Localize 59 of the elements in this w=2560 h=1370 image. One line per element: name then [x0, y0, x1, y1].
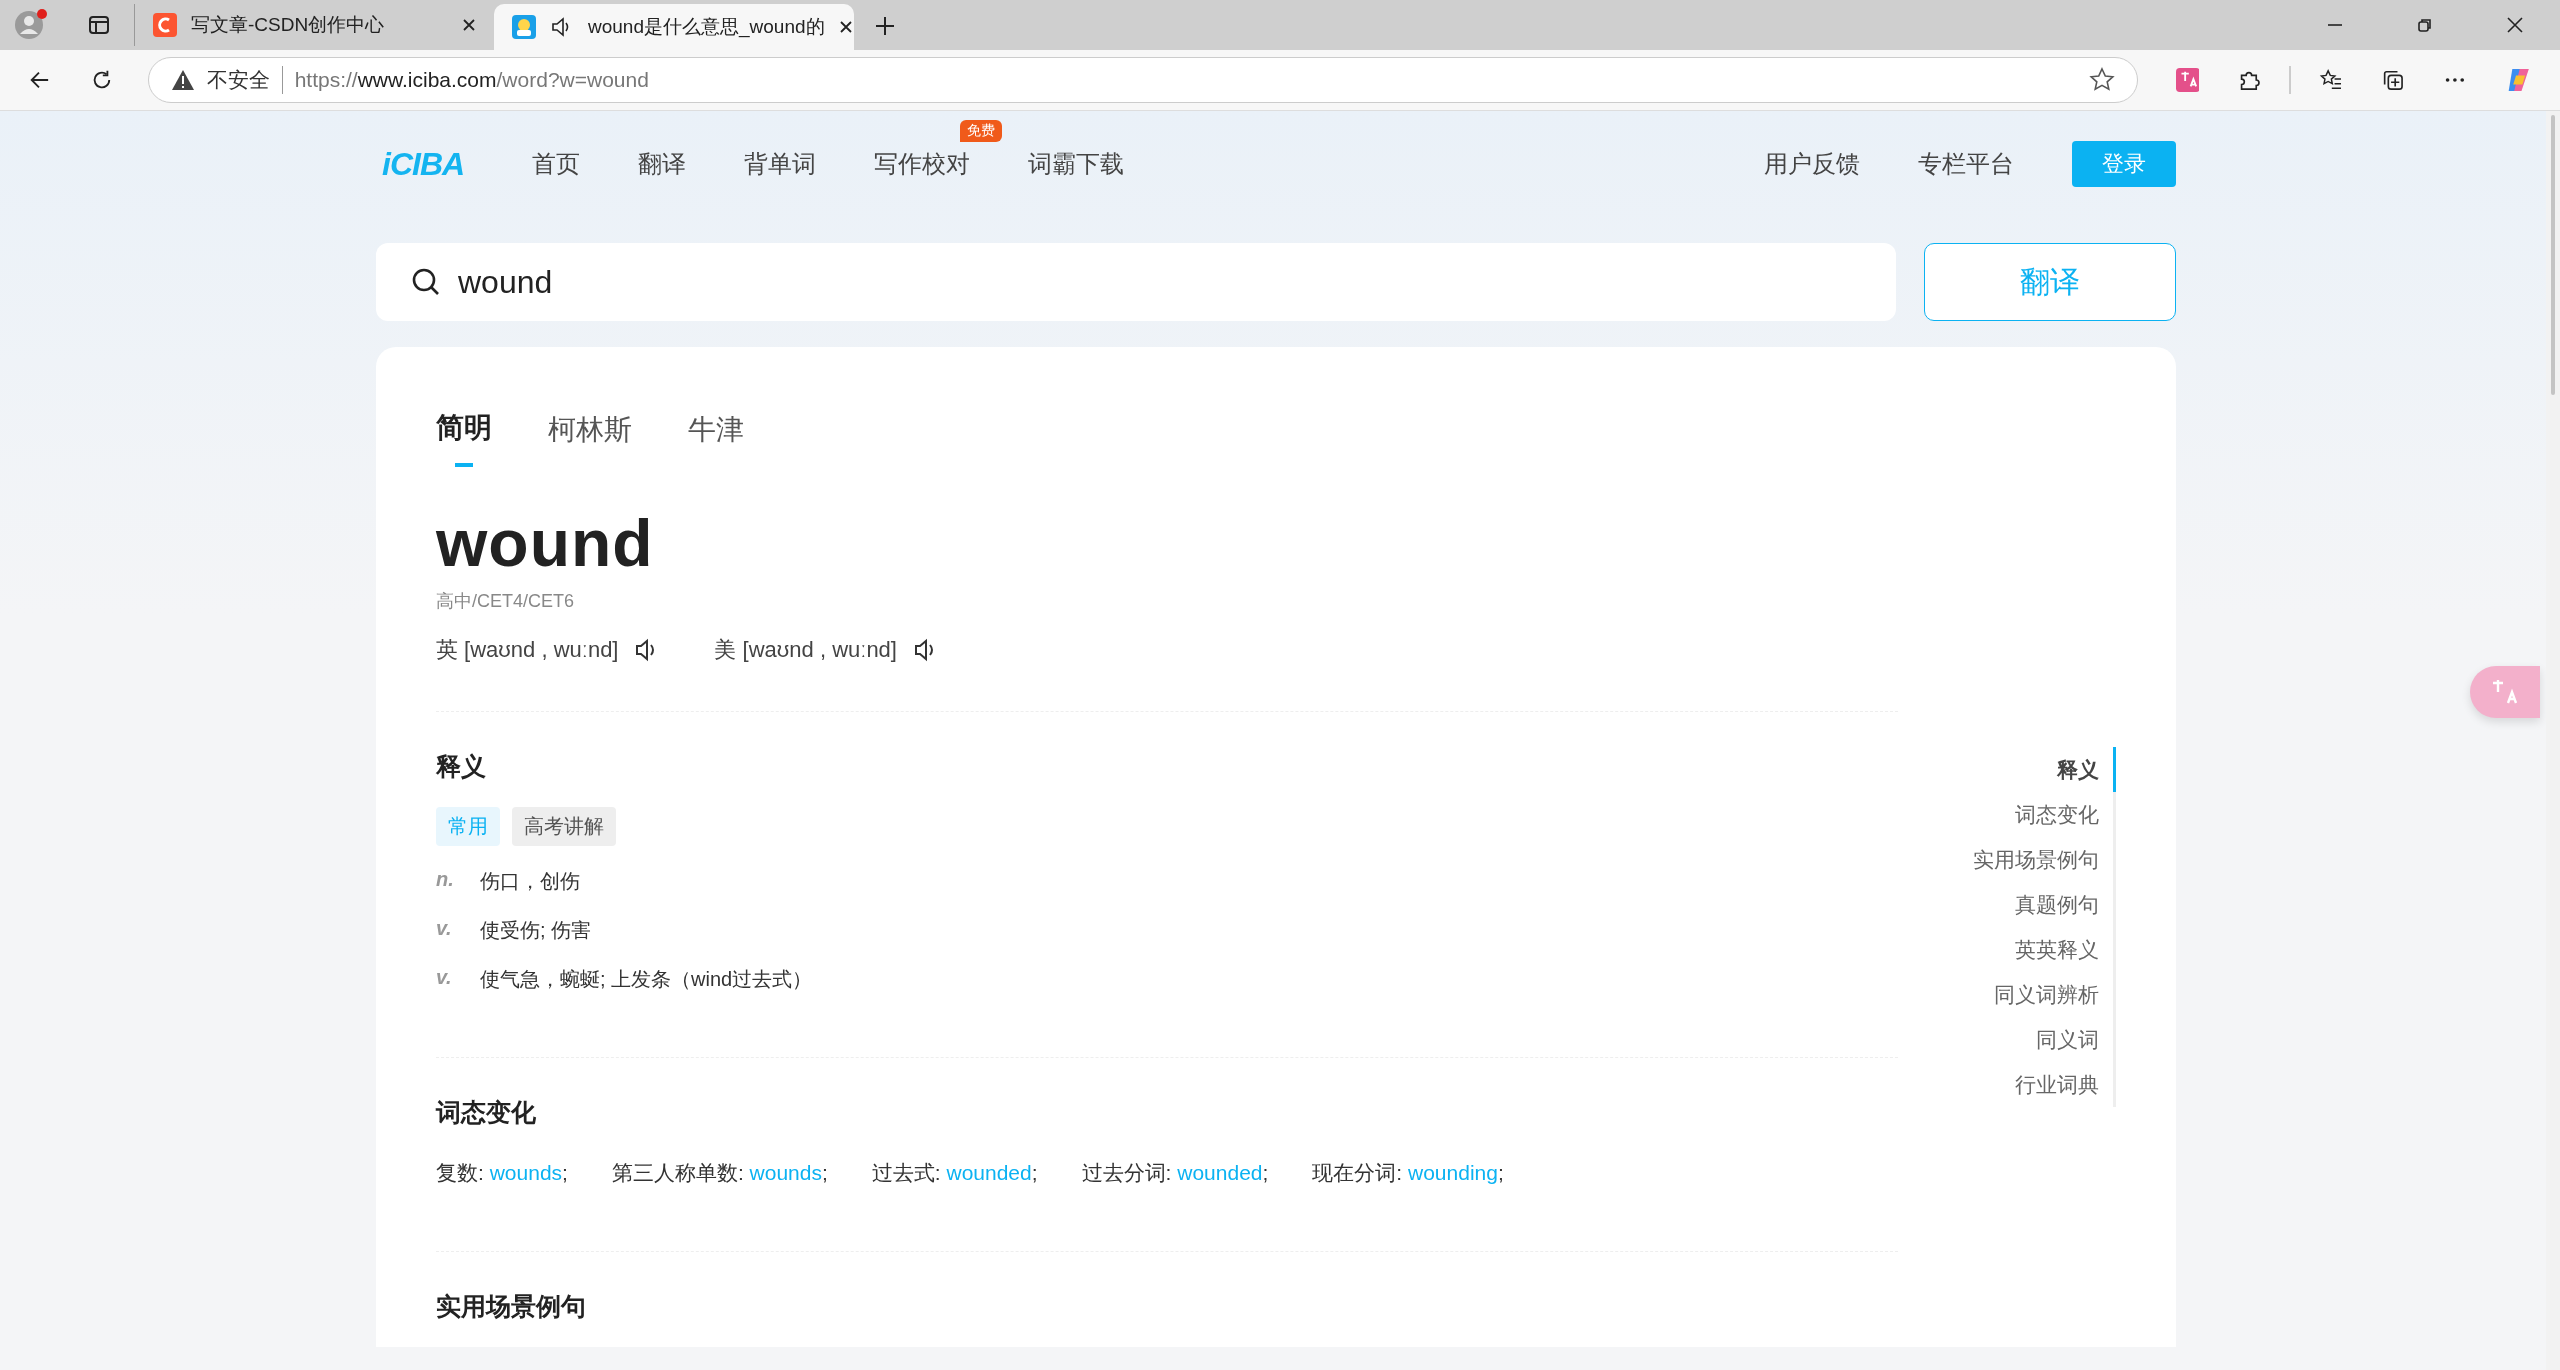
new-tab-icon[interactable]	[874, 15, 896, 37]
browser-tab[interactable]: 写文章-CSDN创作中心	[134, 4, 494, 46]
dictionary-tab[interactable]: 简明	[436, 409, 492, 467]
word-form: 现在分词: wounding;	[1312, 1160, 1504, 1186]
meaning-text: 伤口，创伤	[480, 869, 580, 894]
close-icon[interactable]	[462, 18, 476, 32]
profile-icon[interactable]	[14, 8, 48, 42]
tab-actions-icon[interactable]	[88, 14, 110, 36]
site-logo-icon	[153, 13, 177, 37]
section-nav-item[interactable]: 同义词辨析	[1980, 972, 2116, 1017]
pronunciation: 英 [waʊnd , wuːnd]	[436, 636, 619, 664]
meaning-text: 使受伤; 伤害	[480, 918, 592, 943]
headword: wound	[436, 505, 655, 581]
section-heading: 词态变化	[436, 1097, 537, 1128]
level-tags: 高中/CET4/CET6	[436, 589, 1898, 613]
word-form: 过去分词: wounded;	[1081, 1160, 1269, 1186]
pronunciation: 美 [waʊnd , wuːnd]	[714, 636, 897, 664]
search-field[interactable]: wound	[376, 243, 1896, 321]
section-nav-item[interactable]: 词态变化	[2001, 792, 2116, 837]
section-heading: 实用场景例句	[436, 1291, 587, 1322]
tab-title: 写文章-CSDN创作中心	[191, 13, 386, 37]
browser-tab[interactable]: wound是什么意思_wound的	[494, 4, 854, 50]
restore-icon[interactable]	[2416, 16, 2434, 34]
address-field[interactable]: 不安全 https://www.iciba.com/word?w=wound	[147, 57, 2138, 103]
part-of-speech: v.	[436, 917, 453, 941]
section-nav-item[interactable]: 同义词	[2022, 1017, 2116, 1062]
free-badge: 免费	[960, 120, 1003, 142]
scrollbar-thumb[interactable]	[2551, 115, 2555, 395]
nav-link[interactable]: 背单词	[744, 150, 817, 177]
translate-icon[interactable]	[2175, 67, 2200, 93]
nav-link[interactable]: 首页	[532, 150, 581, 177]
site-logo-icon	[512, 15, 536, 39]
part-of-speech: n.	[436, 868, 455, 892]
filter-tag[interactable]: 高考讲解	[512, 807, 616, 846]
meaning-text: 使气急，蜿蜒; 上发条（wind过去式）	[480, 967, 813, 992]
section-nav-item[interactable]: 英英释义	[2001, 927, 2116, 972]
part-of-speech: v.	[436, 966, 453, 990]
close-icon[interactable]	[2506, 16, 2524, 34]
tab-title: wound是什么意思_wound的	[588, 15, 825, 40]
section-nav-item[interactable]: 实用场景例句	[1959, 837, 2116, 882]
word-form: 过去式: wounded;	[871, 1160, 1038, 1186]
word-form: 复数: wounds;	[436, 1160, 568, 1186]
section-nav-item[interactable]: 释义	[2043, 747, 2116, 792]
word-form: 第三人称单数: wounds;	[611, 1160, 828, 1186]
dictionary-tab[interactable]: 柯林斯	[548, 409, 632, 467]
dictionary-tab[interactable]: 牛津	[688, 409, 744, 467]
section-heading: 释义	[436, 751, 487, 782]
section-nav-item[interactable]: 真题例句	[2001, 882, 2116, 927]
nav-link[interactable]: 专栏平台	[1918, 148, 2014, 180]
favorite-star-icon[interactable]	[2088, 67, 2115, 93]
close-icon[interactable]	[838, 20, 853, 34]
security-label: 不安全	[206, 66, 283, 94]
nav-link[interactable]: 翻译	[638, 150, 687, 177]
url-text: https://www.iciba.com/word?w=wound	[294, 68, 649, 92]
nav-link[interactable]: 用户反馈	[1764, 148, 1860, 180]
warning-icon	[170, 69, 195, 91]
section-nav-item[interactable]: 行业词典	[2001, 1062, 2116, 1107]
nav-link[interactable]: 写作校对	[874, 150, 971, 177]
nav-link[interactable]: 词霸下载	[1028, 150, 1125, 177]
